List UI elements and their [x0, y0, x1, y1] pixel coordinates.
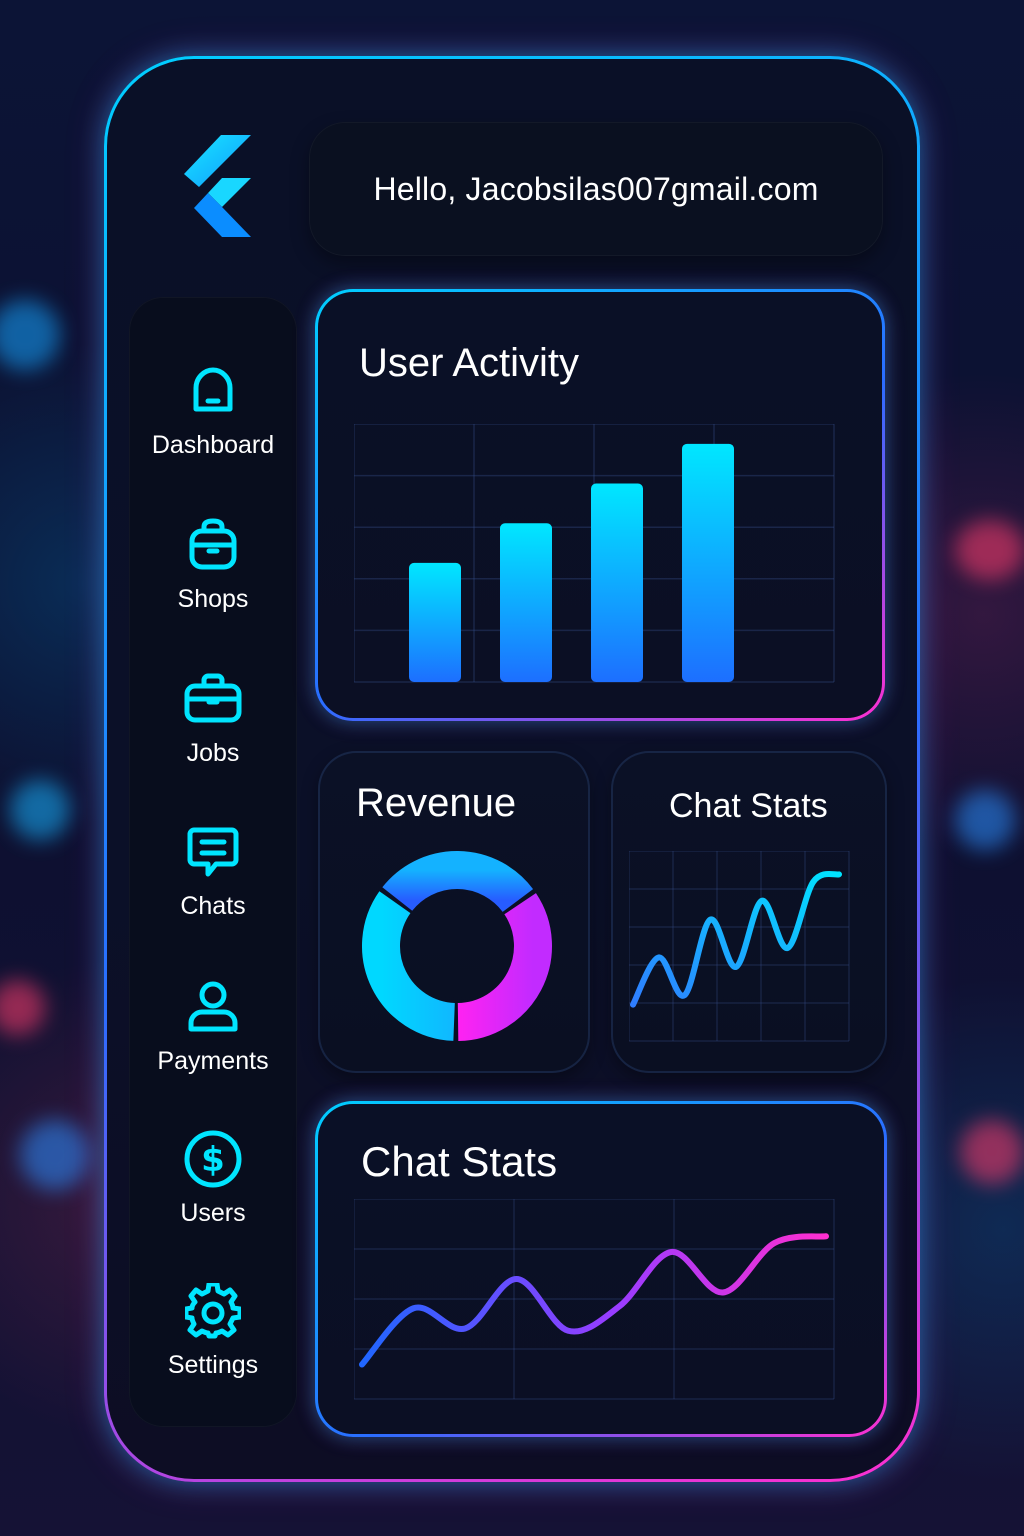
chat-stats-small-card: Chat Stats	[611, 751, 887, 1073]
background-blur-light	[955, 520, 1024, 580]
sidebar-item-users[interactable]: $ Users	[129, 1129, 297, 1249]
chat-stats-large-line-chart	[354, 1199, 835, 1400]
flutter-logo-icon[interactable]	[165, 131, 255, 246]
sidebar-item-label: Settings	[167, 1351, 259, 1379]
donut-slice	[362, 891, 456, 1041]
greeting-text: Hello, Jacobsilas007gmail.com	[373, 170, 819, 207]
sidebar-item-label: Payments	[157, 1047, 269, 1075]
svg-text:$: $	[201, 1140, 225, 1180]
sidebar-item-shops[interactable]: Shops	[129, 515, 297, 635]
user-icon	[183, 977, 243, 1037]
background-blur-light	[10, 780, 70, 840]
chat-stats-large-card-body: Chat Stats	[318, 1104, 884, 1434]
chat-stats-large-series-line	[359, 1233, 829, 1368]
app-frame: Hello, Jacobsilas007gmail.com Dashboard	[104, 56, 920, 1482]
gear-icon	[183, 1281, 243, 1341]
sidebar-item-jobs[interactable]: Jobs	[129, 669, 297, 789]
background-blur-light	[0, 980, 45, 1035]
bar	[682, 443, 734, 682]
background-blur-light	[960, 1120, 1024, 1184]
user-activity-card-body: User Activity	[318, 292, 882, 718]
chat-stats-small-title: Chat Stats	[669, 787, 828, 825]
sidebar-item-label: Users	[180, 1199, 246, 1227]
greeting-panel: Hello, Jacobsilas007gmail.com	[309, 122, 883, 256]
shopping-bag-icon	[183, 515, 243, 575]
sidebar-item-chats[interactable]: Chats	[129, 822, 297, 942]
sidebar-item-payments[interactable]: Payments	[129, 977, 297, 1097]
user-activity-card: User Activity	[315, 289, 885, 721]
chat-stats-small-series-line	[630, 870, 842, 1008]
chat-stats-large-title: Chat Stats	[361, 1138, 558, 1185]
sidebar-item-settings[interactable]: Settings	[129, 1281, 297, 1401]
bar	[500, 523, 552, 682]
app-frame-inner: Hello, Jacobsilas007gmail.com Dashboard	[107, 59, 917, 1479]
chat-icon	[183, 822, 243, 882]
sidebar-item-label: Shops	[177, 585, 249, 613]
sidebar-item-dashboard[interactable]: Dashboard	[129, 361, 297, 481]
bell-icon	[183, 361, 243, 421]
sidebar-item-label: Dashboard	[151, 431, 275, 459]
revenue-title: Revenue	[356, 781, 517, 825]
background-blur-light	[955, 790, 1015, 850]
user-activity-bar-chart	[354, 424, 835, 683]
revenue-card: Revenue	[318, 751, 590, 1073]
dollar-circle-icon: $	[183, 1129, 243, 1189]
user-activity-title: User Activity	[359, 341, 580, 385]
sidebar: Dashboard Shops Jobs Chats Payments $ Us…	[129, 297, 297, 1427]
background-blur-light	[20, 1120, 90, 1190]
sidebar-item-label: Chats	[180, 892, 246, 920]
chat-stats-large-card: Chat Stats	[315, 1101, 887, 1437]
chat-stats-small-line-chart	[629, 851, 850, 1042]
background-blur-light	[0, 300, 60, 370]
revenue-donut-chart	[362, 851, 552, 1041]
donut-slice	[382, 851, 534, 913]
bar	[409, 562, 461, 682]
briefcase-icon	[183, 669, 243, 729]
bar	[591, 483, 643, 682]
donut-slice	[457, 893, 552, 1041]
sidebar-item-label: Jobs	[186, 739, 240, 767]
